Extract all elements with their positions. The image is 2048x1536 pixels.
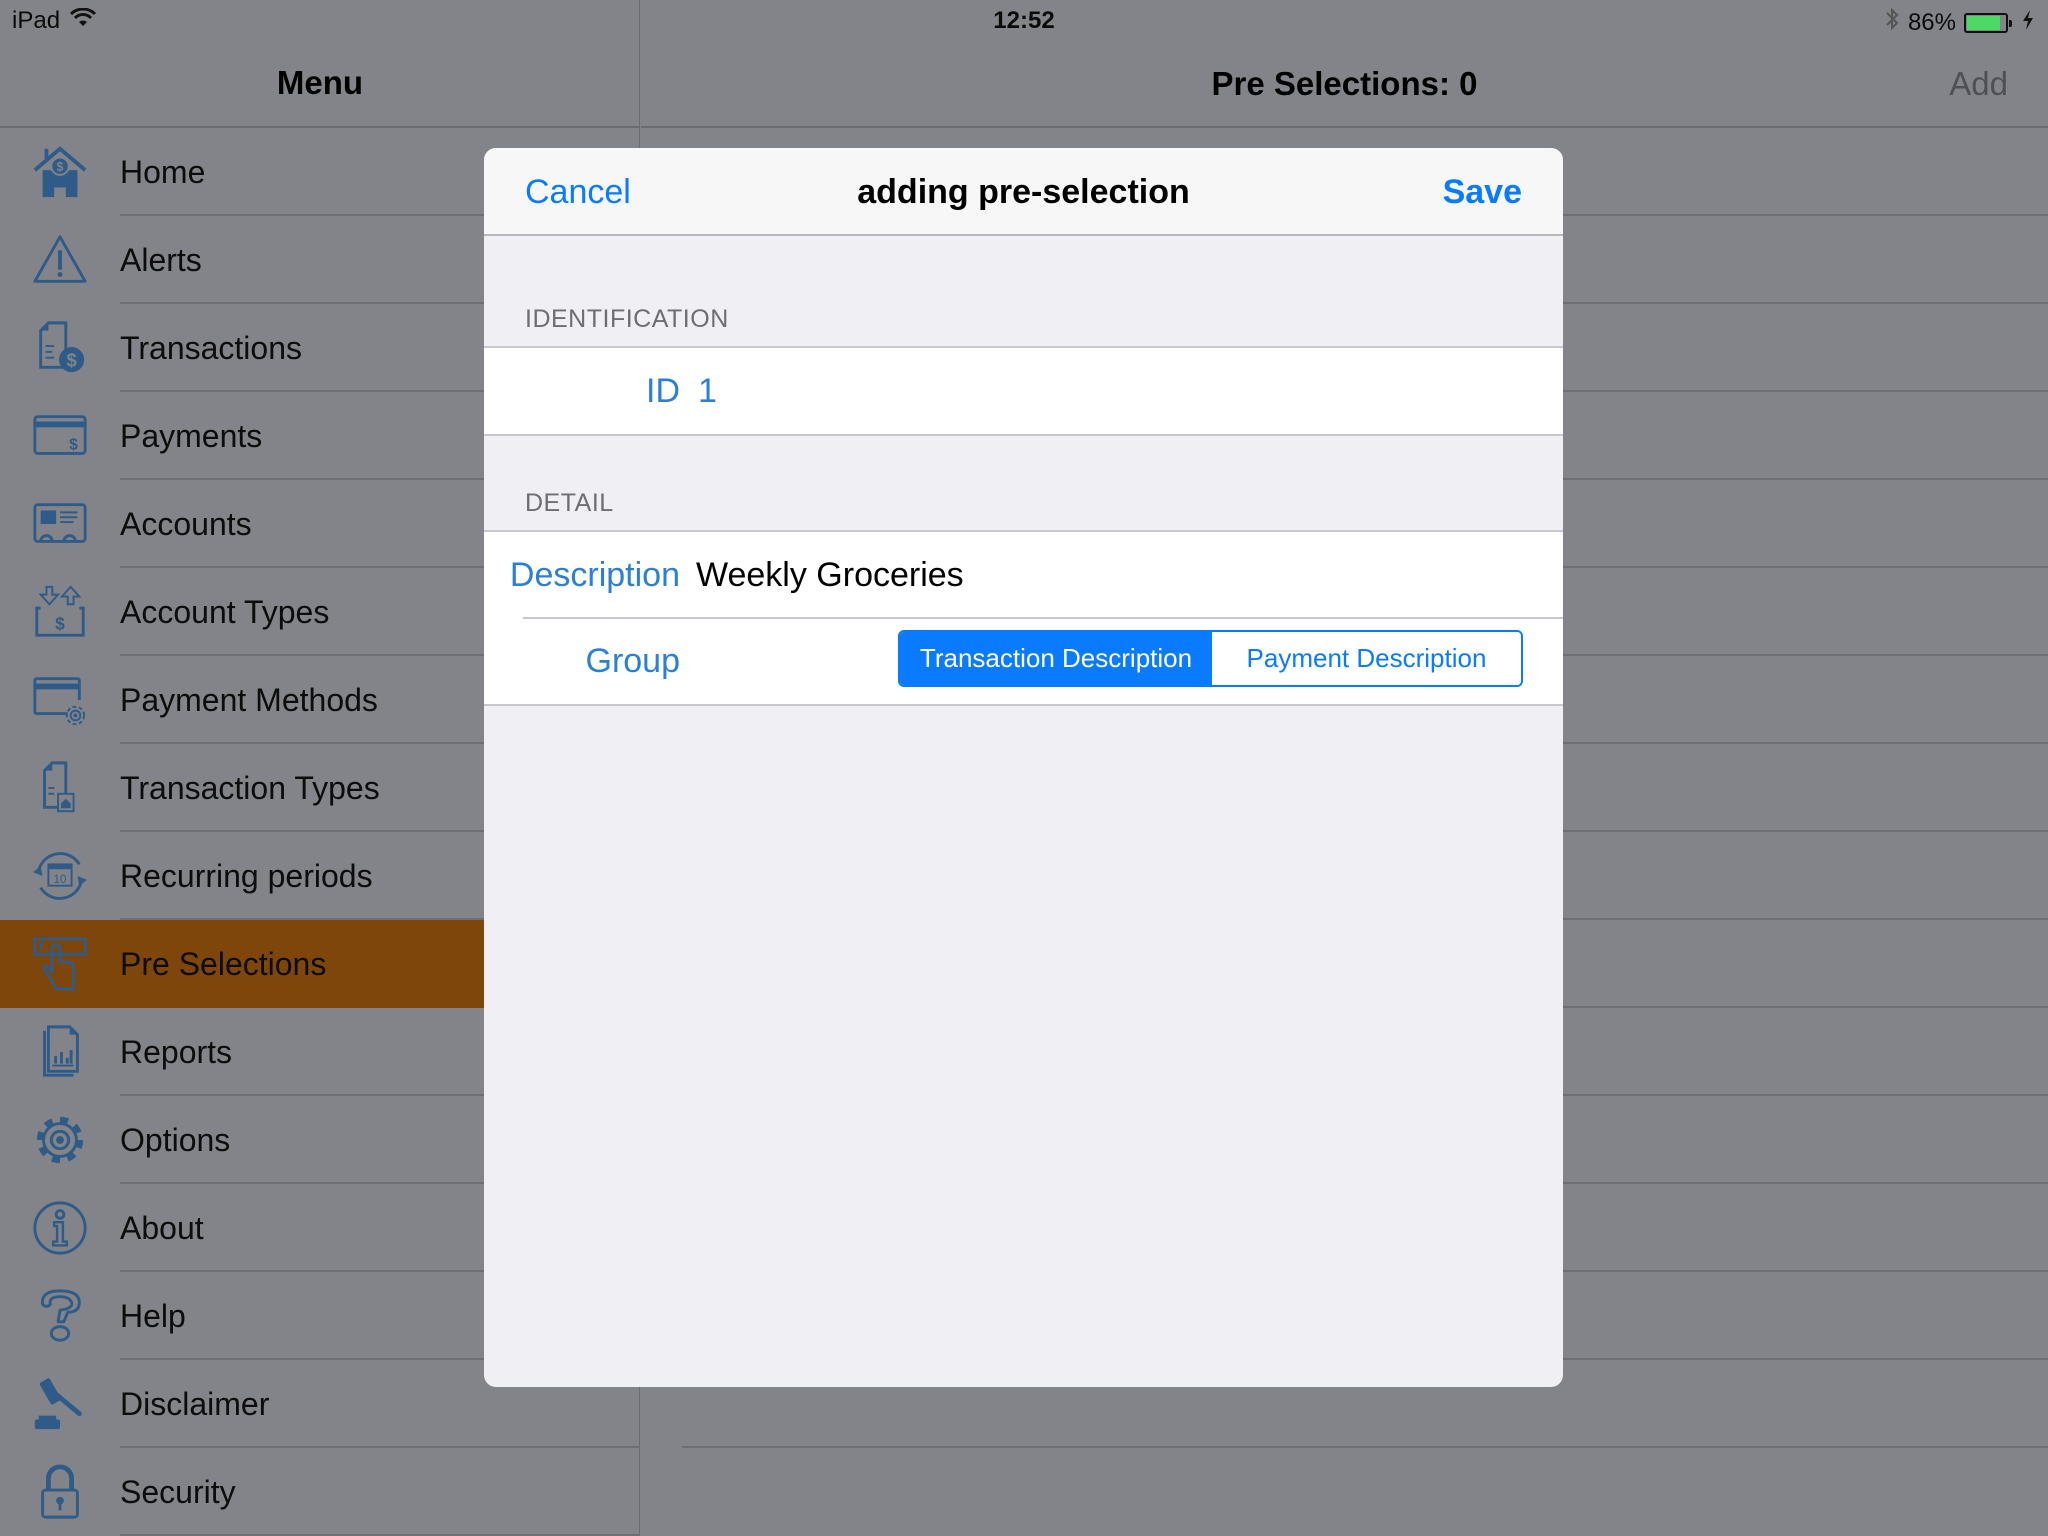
menu-label: Home bbox=[120, 153, 206, 190]
description-input[interactable]: Weekly Groceries bbox=[696, 556, 964, 595]
gear-icon bbox=[30, 1110, 90, 1170]
segment-payment-description[interactable]: Payment Description bbox=[1212, 632, 1521, 685]
svg-text:$: $ bbox=[66, 349, 76, 370]
menu-label: Transactions bbox=[120, 329, 302, 366]
detail-group: Description Weekly Groceries Group Trans… bbox=[484, 530, 1563, 706]
group-segmented-control[interactable]: Transaction Description Payment Descript… bbox=[898, 630, 1523, 687]
question-icon bbox=[30, 1286, 90, 1346]
detail-section-header: DETAIL bbox=[525, 489, 614, 517]
menu-label: Options bbox=[120, 1121, 231, 1158]
menu-label: About bbox=[120, 1209, 204, 1246]
menu-label: Accounts bbox=[120, 505, 252, 542]
group-row: Group Transaction Description Payment De… bbox=[484, 617, 1563, 704]
menu-label: Help bbox=[120, 1297, 186, 1334]
sidebar-nav-bar: Menu bbox=[0, 40, 640, 128]
document-house-icon bbox=[30, 758, 90, 818]
menu-label: Alerts bbox=[120, 241, 202, 278]
card-dollar-icon: $ bbox=[30, 406, 90, 466]
description-label: Description bbox=[509, 555, 680, 594]
svg-text:10: 10 bbox=[54, 873, 67, 886]
svg-text:$: $ bbox=[69, 437, 78, 454]
calendar-cycle-icon: 10 bbox=[30, 846, 90, 906]
add-button[interactable]: Add bbox=[1949, 40, 2008, 128]
menu-label: Account Types bbox=[120, 593, 330, 630]
menu-label: Payments bbox=[120, 417, 263, 454]
segment-transaction-description[interactable]: Transaction Description bbox=[900, 632, 1212, 685]
main-nav-bar: Pre Selections: 0 Add bbox=[641, 40, 2048, 128]
charging-bolt-icon bbox=[2022, 9, 2034, 37]
sidebar-title: Menu bbox=[276, 64, 364, 101]
status-bar: iPad 12:52 86% bbox=[0, 0, 2048, 40]
gavel-icon bbox=[30, 1374, 90, 1434]
battery-percent: 86% bbox=[1907, 8, 1956, 36]
id-label: ID bbox=[646, 371, 680, 410]
svg-text:$: $ bbox=[55, 613, 65, 633]
menu-label: Transaction Types bbox=[120, 769, 380, 806]
battery-fill bbox=[1967, 15, 2000, 30]
id-value: 1 bbox=[698, 371, 717, 410]
identification-group: ID 1 bbox=[484, 346, 1563, 436]
identification-section-header: IDENTIFICATION bbox=[525, 305, 729, 333]
menu-label: Reports bbox=[120, 1033, 233, 1070]
bluetooth-icon bbox=[1884, 7, 1900, 38]
modal-header: adding pre-selection Cancel Save bbox=[484, 148, 1563, 236]
card-gear-icon bbox=[30, 670, 90, 730]
battery-icon bbox=[1964, 12, 2012, 33]
menu-label: Recurring periods bbox=[120, 857, 373, 894]
lock-icon bbox=[30, 1462, 90, 1522]
document-dollar-icon: $ bbox=[30, 318, 90, 378]
description-row[interactable]: Description Weekly Groceries bbox=[484, 532, 1563, 618]
hand-pointer-icon bbox=[30, 934, 90, 994]
clock: 12:52 bbox=[993, 7, 1055, 34]
id-card-icon bbox=[30, 494, 90, 554]
menu-label: Payment Methods bbox=[120, 681, 378, 718]
save-button[interactable]: Save bbox=[1443, 148, 1522, 236]
cancel-button[interactable]: Cancel bbox=[525, 148, 631, 236]
arrows-dollar-icon: $ bbox=[30, 582, 90, 642]
add-pre-selection-modal: adding pre-selection Cancel Save IDENTIF… bbox=[484, 148, 1563, 1387]
sidebar-item-security[interactable]: Security bbox=[0, 1448, 640, 1536]
menu-label: Pre Selections bbox=[120, 945, 327, 982]
menu-label: Security bbox=[120, 1473, 236, 1510]
main-title: Pre Selections: 0 bbox=[1211, 65, 1478, 102]
warning-triangle-icon bbox=[30, 230, 90, 290]
menu-label: Disclaimer bbox=[120, 1385, 270, 1422]
house-dollar-icon: $ bbox=[30, 142, 90, 202]
modal-title: adding pre-selection bbox=[857, 173, 1190, 211]
svg-text:$: $ bbox=[57, 160, 64, 174]
id-row: ID 1 bbox=[484, 348, 1563, 434]
group-label: Group bbox=[585, 641, 681, 680]
report-chart-icon bbox=[30, 1022, 90, 1082]
info-icon bbox=[30, 1198, 90, 1258]
